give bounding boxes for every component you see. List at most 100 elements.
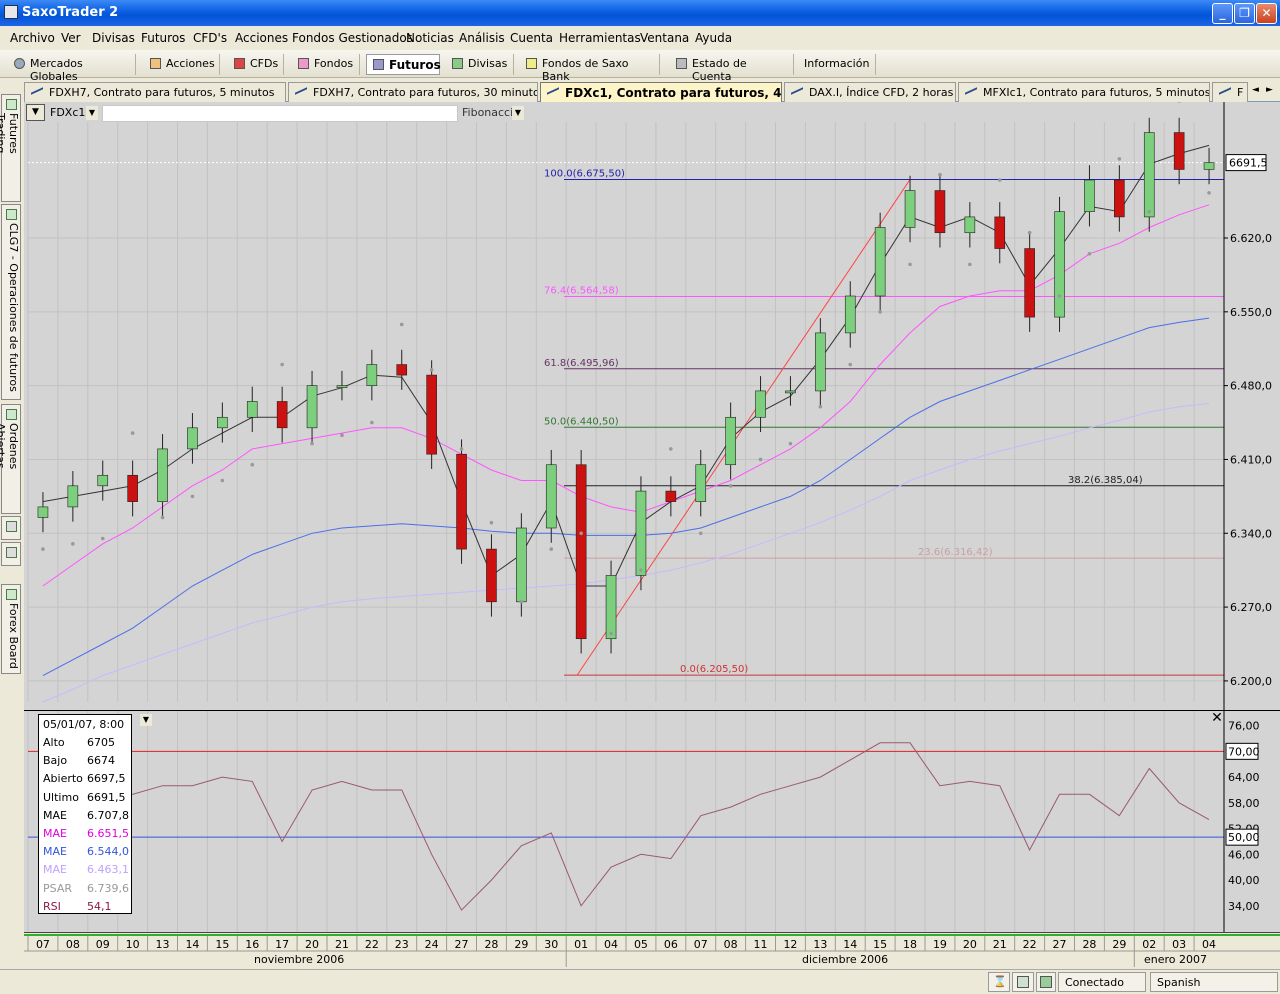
- psar-dot: [41, 547, 45, 551]
- tab-label: DAX.I, Índice CFD, 2 horas: [809, 86, 954, 99]
- estado-cuenta-button[interactable]: Estado de Cuenta: [670, 54, 794, 83]
- time-axis-day: 22: [1023, 938, 1037, 951]
- price-axis-label: 6.550,0: [1230, 306, 1272, 319]
- psar-dot: [100, 536, 105, 541]
- candle-body: [844, 295, 856, 334]
- tab-dax-2h[interactable]: DAX.I, Índice CFD, 2 horas: [784, 82, 956, 102]
- candle-body: [1024, 248, 1035, 318]
- menu-herramientas[interactable]: Herramientas: [559, 31, 641, 45]
- minimize-button[interactable]: _: [1212, 3, 1233, 24]
- psar-dot: [549, 547, 554, 551]
- tab-fdxc1-4h[interactable]: FDXc1, Contrato para futuros, 4 horas: [540, 82, 782, 102]
- side-tab-clg7[interactable]: CLG7 - Operaciones de futuros: [1, 204, 21, 400]
- menu-noticias[interactable]: Noticias: [406, 31, 454, 45]
- rsi-axis-label: 46,00: [1228, 848, 1260, 861]
- tab-scroll-left[interactable]: ◄: [1252, 85, 1259, 95]
- side-tab-ticket[interactable]: [1, 542, 21, 566]
- menu-divisas[interactable]: Divisas: [92, 31, 135, 45]
- menu-acciones[interactable]: Acciones: [235, 31, 288, 45]
- toolbar-label: Estado de Cuenta: [692, 57, 747, 83]
- maximize-button[interactable]: ❐: [1234, 3, 1255, 24]
- ticket-icon: [6, 547, 17, 558]
- time-axis-day: 28: [1082, 938, 1096, 951]
- candle-body: [97, 474, 109, 487]
- menu-ventana[interactable]: Ventana: [640, 31, 689, 45]
- symbol-search-input[interactable]: [102, 105, 458, 122]
- info-row-value: 6.544,0: [87, 845, 129, 859]
- time-axis-day: 22: [365, 938, 379, 951]
- psar-dot: [190, 494, 195, 499]
- candle-body: [1143, 132, 1155, 218]
- chart-icon: [31, 87, 43, 98]
- menu-ayuda[interactable]: Ayuda: [695, 31, 732, 45]
- chart-menu-dropdown[interactable]: ▼: [26, 104, 45, 121]
- info-row: Abierto 6697,5: [43, 772, 133, 790]
- time-axis-day: 15: [215, 938, 229, 951]
- price-panel[interactable]: 100.0(6.675,50) 76.4(6.564,58) 61.8(6.495,…: [24, 102, 1280, 710]
- time-axis-day: 08: [724, 938, 738, 951]
- close-rsi-icon[interactable]: ✕: [1210, 711, 1224, 726]
- fibonacci-level-label: 76.4(6.564,58): [544, 285, 619, 296]
- psar-dot: [639, 568, 643, 572]
- menu-analisis[interactable]: Análisis: [459, 31, 505, 45]
- info-row-value: 6.651,5: [87, 827, 129, 840]
- menu-ver[interactable]: Ver: [61, 31, 81, 45]
- cfds-button[interactable]: CFDs: [228, 54, 284, 75]
- symbol-dropdown[interactable]: ▼: [86, 106, 98, 120]
- candle-body: [187, 427, 198, 450]
- menu-futuros[interactable]: Futuros: [141, 31, 185, 45]
- tab-scroll-right[interactable]: ►: [1266, 85, 1273, 95]
- study-dropdown[interactable]: ▼: [512, 106, 524, 120]
- candle-body: [1084, 179, 1095, 212]
- side-tab-forex-board[interactable]: Forex Board: [1, 584, 21, 674]
- info-row: Alto 6705: [43, 736, 133, 754]
- info-row: MAE 6.651,5: [43, 827, 133, 845]
- mercados-globales-button[interactable]: Mercados Globales: [8, 54, 136, 83]
- candle-body: [994, 216, 1006, 249]
- informacion-button[interactable]: Información: [798, 54, 876, 75]
- menu-cfds[interactable]: CFD's: [193, 31, 227, 45]
- side-tab-futures-trading[interactable]: Futures Trading: [0, 94, 21, 202]
- info-row-label: MAE: [43, 808, 67, 822]
- psar-dot: [310, 441, 314, 446]
- lock-status-icon[interactable]: [1036, 972, 1056, 992]
- info-row-label: MAE: [43, 863, 67, 877]
- tab-mfxic1-5min[interactable]: MFXIc1, Contrato para futuros, 5 minutos: [958, 82, 1210, 102]
- toolbar-label: Futuros: [389, 58, 441, 72]
- futuros-button[interactable]: Futuros: [366, 54, 441, 75]
- psar-dot: [429, 368, 434, 372]
- close-button[interactable]: ✕: [1256, 3, 1277, 24]
- psar-dot: [908, 262, 912, 267]
- rsi-dropdown[interactable]: ▼: [140, 714, 152, 726]
- price-axis-label: 6.340,0: [1230, 527, 1272, 540]
- candle-body: [874, 227, 886, 297]
- menu-archivo[interactable]: Archivo: [10, 31, 55, 45]
- menu-cuenta[interactable]: Cuenta: [510, 31, 553, 45]
- time-axis-day: 17: [275, 938, 289, 951]
- window-title: SaxoTrader 2: [22, 5, 119, 20]
- rsi-chart[interactable]: 76,0064,0058,0052,0046,0040,0034,0070,00…: [24, 711, 1280, 933]
- acciones-button[interactable]: Acciones: [144, 54, 220, 75]
- fondos-saxo-bank-button[interactable]: Fondos de Saxo Bank: [520, 54, 660, 83]
- tab-fdxh7-5min[interactable]: FDXH7, Contrato para futuros, 5 minutos: [24, 82, 286, 102]
- forex-board-icon: [6, 589, 17, 600]
- side-tab-lock[interactable]: [1, 516, 21, 540]
- info-row: Bajo 6674: [43, 754, 133, 772]
- tab-more[interactable]: F: [1212, 82, 1248, 102]
- candle-body: [246, 401, 258, 418]
- psar-dot: [1027, 230, 1032, 235]
- stocks-icon: [150, 58, 161, 69]
- fondos-button[interactable]: Fondos: [292, 54, 360, 75]
- candle-body: [516, 527, 527, 603]
- user-icon[interactable]: [1012, 972, 1034, 992]
- side-tab-ordenes-abiertas[interactable]: Ordenes Abiertas: [0, 404, 21, 514]
- psar-dot: [519, 600, 524, 604]
- menu-fondos-gestionados[interactable]: Fondos Gestionados: [292, 31, 413, 45]
- divisas-button[interactable]: Divisas: [446, 54, 514, 75]
- tab-fdxh7-30min[interactable]: FDXH7, Contrato para futuros, 30 minutos: [288, 82, 538, 102]
- rsi-panel[interactable]: 76,0064,0058,0052,0046,0040,0034,0070,00…: [24, 710, 1280, 936]
- study-selector[interactable]: Fibonacci: [462, 106, 513, 119]
- info-row-value: 6697,5: [87, 772, 126, 786]
- rsi-axis-label: 40,00: [1228, 874, 1260, 887]
- price-chart[interactable]: 100.0(6.675,50) 76.4(6.564,58) 61.8(6.495,…: [24, 102, 1280, 710]
